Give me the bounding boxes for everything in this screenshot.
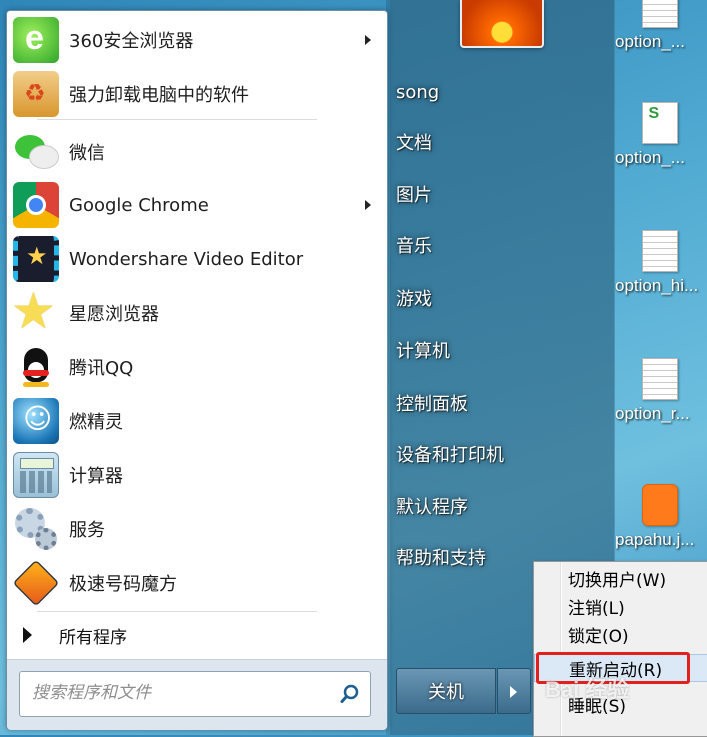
program-wechat[interactable]: 微信: [7, 125, 387, 179]
desktop-file-papahu[interactable]: papahu.j...: [612, 484, 707, 550]
text-file-icon: [641, 358, 678, 400]
uninstaller-icon: [13, 71, 59, 117]
program-label: 360安全浏览器: [69, 31, 194, 52]
right-item-devices-printers[interactable]: 设备和打印机: [396, 434, 606, 474]
qq-icon: [13, 344, 59, 390]
all-programs-label: 所有程序: [59, 627, 127, 648]
right-item-computer[interactable]: 计算机: [396, 330, 606, 370]
text-file-icon: [641, 230, 678, 272]
360-browser-icon: [13, 17, 59, 63]
cube-icon: [12, 559, 60, 607]
desktop-file-label: option_...: [615, 32, 685, 51]
program-calculator[interactable]: 计算器: [7, 448, 387, 502]
program-label: 星愿浏览器: [69, 304, 159, 325]
program-star-browser[interactable]: 星愿浏览器: [7, 282, 387, 340]
program-ranjingling[interactable]: 燃精灵: [7, 394, 387, 448]
spreadsheet-file-icon: [641, 102, 678, 144]
program-chrome[interactable]: Google Chrome: [7, 178, 387, 232]
submenu-arrow-icon[interactable]: [365, 35, 371, 45]
program-qq[interactable]: 腾讯QQ: [7, 340, 387, 394]
calculator-icon: [13, 452, 59, 498]
desktop-file-label: option_r...: [615, 404, 690, 423]
program-label: 燃精灵: [69, 412, 123, 433]
program-wondershare[interactable]: Wondershare Video Editor: [7, 232, 387, 286]
desktop-file-label: option_hi...: [615, 276, 699, 295]
search-input[interactable]: [30, 682, 334, 704]
wondershare-icon: [13, 236, 59, 282]
desktop-file-option-r[interactable]: option_r...: [612, 358, 707, 424]
desktop-file-label: option_...: [615, 148, 685, 167]
desktop-file-option-1[interactable]: option_...: [612, 0, 707, 52]
wechat-icon: [13, 129, 59, 175]
text-file-icon: [641, 0, 678, 28]
program-label: Google Chrome: [69, 194, 209, 216]
program-label: 强力卸载电脑中的软件: [69, 85, 249, 106]
right-item-games[interactable]: 游戏: [396, 278, 606, 318]
right-item-default-programs[interactable]: 默认程序: [396, 486, 606, 526]
desktop-file-label: papahu.j...: [615, 530, 695, 549]
arrow-right-icon: [23, 627, 32, 643]
search-area: [7, 659, 387, 730]
watermark: Bai 经验: [545, 677, 630, 702]
search-icon[interactable]: [340, 684, 360, 704]
program-label: 微信: [69, 143, 105, 164]
menu-item-logoff[interactable]: 注销(L): [534, 592, 707, 620]
program-360-browser[interactable]: 360安全浏览器: [7, 13, 387, 67]
right-item-user[interactable]: song: [396, 72, 606, 112]
search-box[interactable]: [19, 671, 371, 717]
chrome-icon: [13, 182, 59, 228]
program-uninstaller[interactable]: 强力卸载电脑中的软件: [7, 67, 387, 121]
shutdown-button[interactable]: 关机: [396, 668, 496, 714]
fox-app-icon: [641, 484, 678, 526]
shutdown-options-arrow[interactable]: [497, 668, 531, 714]
ranjingling-icon: [13, 398, 59, 444]
program-services[interactable]: 服务: [7, 502, 387, 556]
star-browser-icon: [11, 282, 59, 340]
right-item-documents[interactable]: 文档: [396, 122, 606, 162]
submenu-arrow-icon[interactable]: [365, 200, 371, 210]
program-label: 腾讯QQ: [69, 358, 134, 379]
program-label: 服务: [69, 520, 105, 541]
user-picture[interactable]: [460, 0, 544, 48]
start-menu-left-pane: 360安全浏览器 强力卸载电脑中的软件 微信 Google Chrome Won…: [6, 10, 388, 730]
divider: [37, 119, 317, 120]
power-options-menu: 切换用户(W) 注销(L) 锁定(O) 重新启动(R) 睡眠(S): [533, 561, 707, 737]
desktop-file-option-2[interactable]: option_...: [612, 102, 707, 168]
menu-item-lock[interactable]: 锁定(O): [534, 620, 707, 648]
program-label: 计算器: [69, 466, 123, 487]
program-cube[interactable]: 极速号码魔方: [7, 556, 387, 610]
right-item-pictures[interactable]: 图片: [396, 174, 606, 214]
program-label: Wondershare Video Editor: [69, 248, 304, 270]
services-icon: [13, 506, 59, 552]
program-label: 极速号码魔方: [69, 574, 177, 595]
right-item-music[interactable]: 音乐: [396, 225, 606, 265]
all-programs[interactable]: 所有程序: [7, 618, 387, 652]
desktop-file-option-hi[interactable]: option_hi...: [612, 230, 707, 296]
divider: [37, 611, 317, 612]
menu-item-switch-user[interactable]: 切换用户(W): [534, 564, 707, 592]
right-item-control-panel[interactable]: 控制面板: [396, 383, 606, 423]
